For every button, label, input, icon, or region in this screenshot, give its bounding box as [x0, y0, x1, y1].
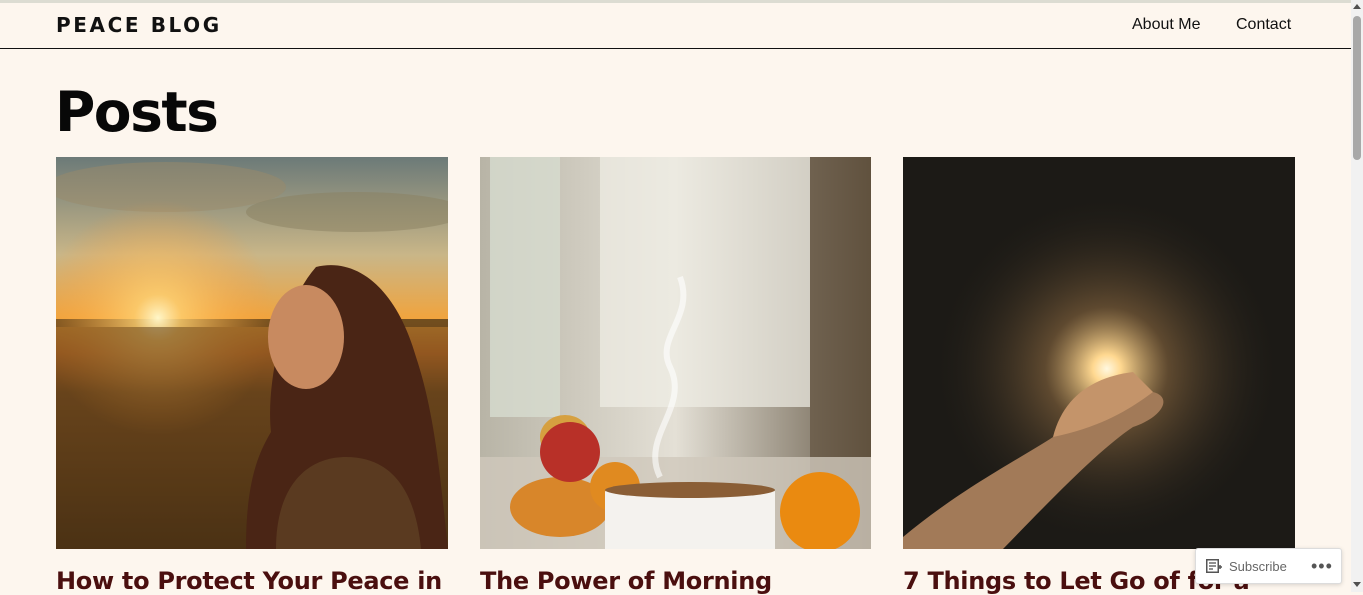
site-header: PEACE BLOG About Me Contact — [0, 3, 1351, 49]
scroll-up-arrow-icon[interactable] — [1353, 4, 1361, 9]
scroll-down-arrow-icon[interactable] — [1353, 582, 1361, 587]
post-card[interactable]: How to Protect Your Peace in — [56, 157, 448, 595]
subscribe-button[interactable]: Subscribe — [1206, 549, 1287, 583]
post-image-morning-coffee[interactable] — [480, 157, 871, 549]
more-options-button[interactable]: ••• — [1311, 549, 1333, 583]
subscribe-bar: Subscribe ••• — [1195, 548, 1342, 584]
post-title[interactable]: How to Protect Your Peace in — [56, 567, 442, 595]
subscribe-label: Subscribe — [1229, 558, 1287, 574]
nav-link-contact[interactable]: Contact — [1236, 16, 1291, 34]
post-card[interactable]: 7 Things to Let Go of for a — [903, 157, 1295, 595]
post-image-hand-light[interactable] — [903, 157, 1295, 549]
post-image-woman-sunset[interactable] — [56, 157, 448, 549]
post-title[interactable]: The Power of Morning — [480, 567, 772, 595]
site-title[interactable]: PEACE BLOG — [56, 13, 222, 37]
page-title: Posts — [55, 80, 219, 144]
nav-link-about-me[interactable]: About Me — [1132, 16, 1200, 34]
vertical-scrollbar[interactable] — [1351, 0, 1363, 592]
reader-icon — [1206, 558, 1222, 573]
scrollbar-thumb[interactable] — [1353, 16, 1361, 160]
post-card[interactable]: The Power of Morning — [480, 157, 871, 595]
